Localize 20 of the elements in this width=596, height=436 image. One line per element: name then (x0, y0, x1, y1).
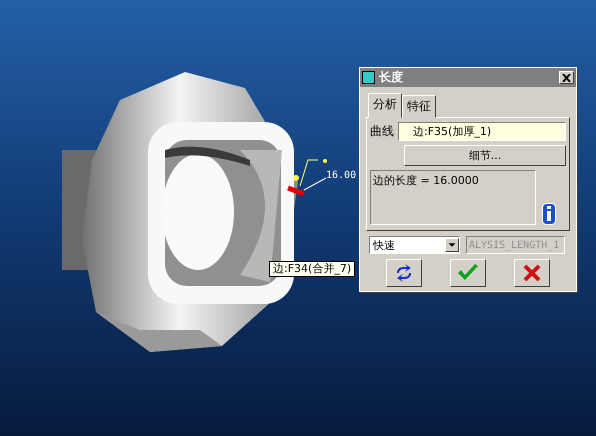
refresh-icon (394, 264, 414, 282)
details-button[interactable]: 细节... (404, 145, 566, 166)
dimension-label: 16.00 (326, 170, 356, 181)
info-icon[interactable] (542, 203, 556, 225)
edge-tag: 边:F34(合并_7) (269, 261, 356, 277)
cancel-button[interactable] (514, 259, 550, 287)
curve-field[interactable]: 边:F35(加厚_1) (398, 122, 566, 141)
close-icon (562, 74, 571, 82)
mode-dropdown[interactable]: 快速 (369, 236, 460, 254)
repeat-button[interactable] (386, 259, 422, 287)
curve-label: 曲线 (370, 123, 394, 140)
tab[interactable]: 特征 (402, 95, 436, 118)
check-icon (457, 264, 479, 282)
tab[interactable]: 分析 (368, 93, 402, 118)
result-text: 边的长度 = 16.0000 (370, 170, 536, 225)
close-button[interactable] (559, 71, 574, 84)
close-icon (523, 264, 541, 282)
window-title: 长度 (379, 69, 404, 86)
ok-button[interactable] (450, 259, 486, 287)
window-icon (362, 71, 375, 84)
